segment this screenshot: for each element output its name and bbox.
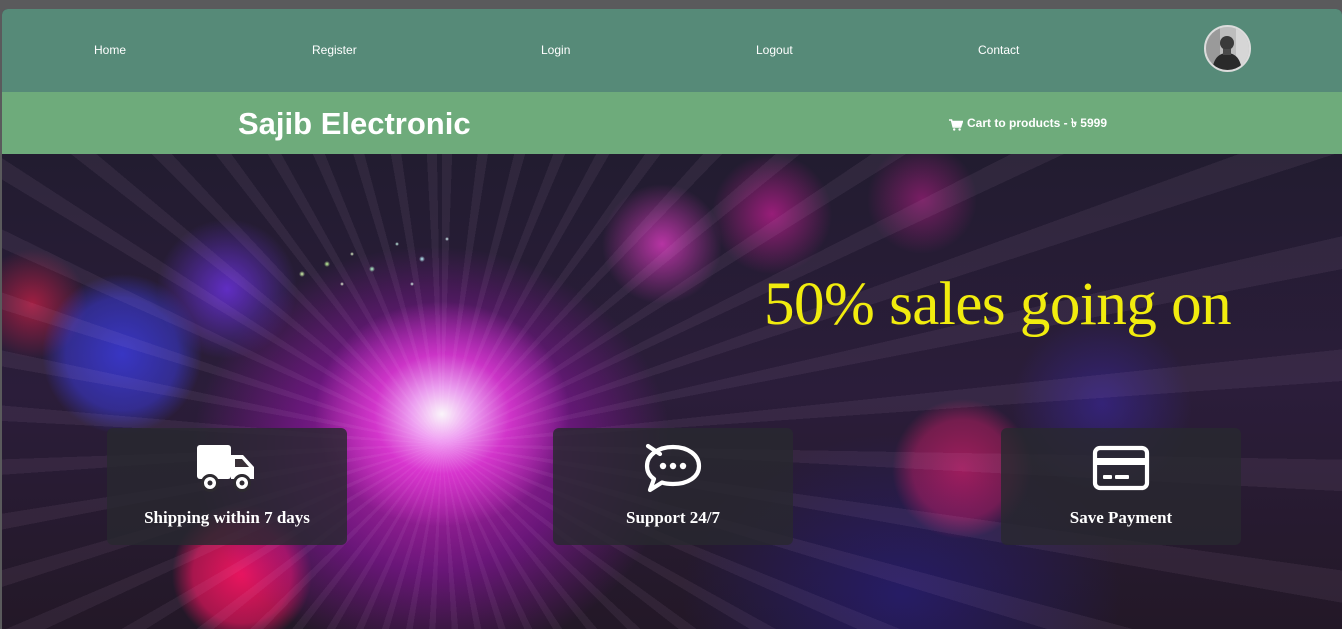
nav-contact-link[interactable]: Contact	[978, 43, 1019, 57]
browser-viewport: Home Register Login Logout Contact Sajib…	[2, 9, 1342, 629]
feature-card-payment: Save Payment	[1001, 428, 1241, 545]
cart-link[interactable]: Cart to products - ৳ 5999	[949, 115, 1107, 135]
cart-icon	[949, 119, 963, 131]
nav-logout-link[interactable]: Logout	[756, 43, 793, 57]
feature-label-shipping: Shipping within 7 days	[144, 508, 310, 527]
cart-label: Cart to products - ৳ 5999	[967, 116, 1108, 130]
hero-light-rays	[2, 154, 1342, 629]
truck-icon	[197, 445, 254, 492]
site-logo-text[interactable]: Sajib Electronic	[238, 106, 471, 142]
nav-register-link[interactable]: Register	[312, 43, 357, 57]
user-avatar[interactable]	[1204, 25, 1251, 72]
feature-label-support: Support 24/7	[626, 508, 720, 527]
hero-sparkles	[282, 214, 502, 304]
feature-card-shipping: Shipping within 7 days	[107, 428, 347, 545]
chat-bubble-icon	[644, 443, 702, 493]
feature-card-support: Support 24/7	[553, 428, 793, 545]
nav-login-link[interactable]: Login	[541, 43, 570, 57]
credit-card-icon	[1092, 445, 1150, 491]
top-navigation: Home Register Login Logout Contact	[2, 9, 1342, 92]
feature-label-payment: Save Payment	[1069, 508, 1173, 527]
sale-headline: 50% sales going on	[764, 271, 1232, 338]
nav-home-link[interactable]: Home	[94, 43, 126, 57]
brand-bar: Sajib Electronic Cart to products - ৳ 59…	[2, 92, 1342, 154]
avatar-photo	[1206, 27, 1249, 70]
hero-banner: 50% sales going on Shipping within 7 day…	[2, 154, 1342, 629]
